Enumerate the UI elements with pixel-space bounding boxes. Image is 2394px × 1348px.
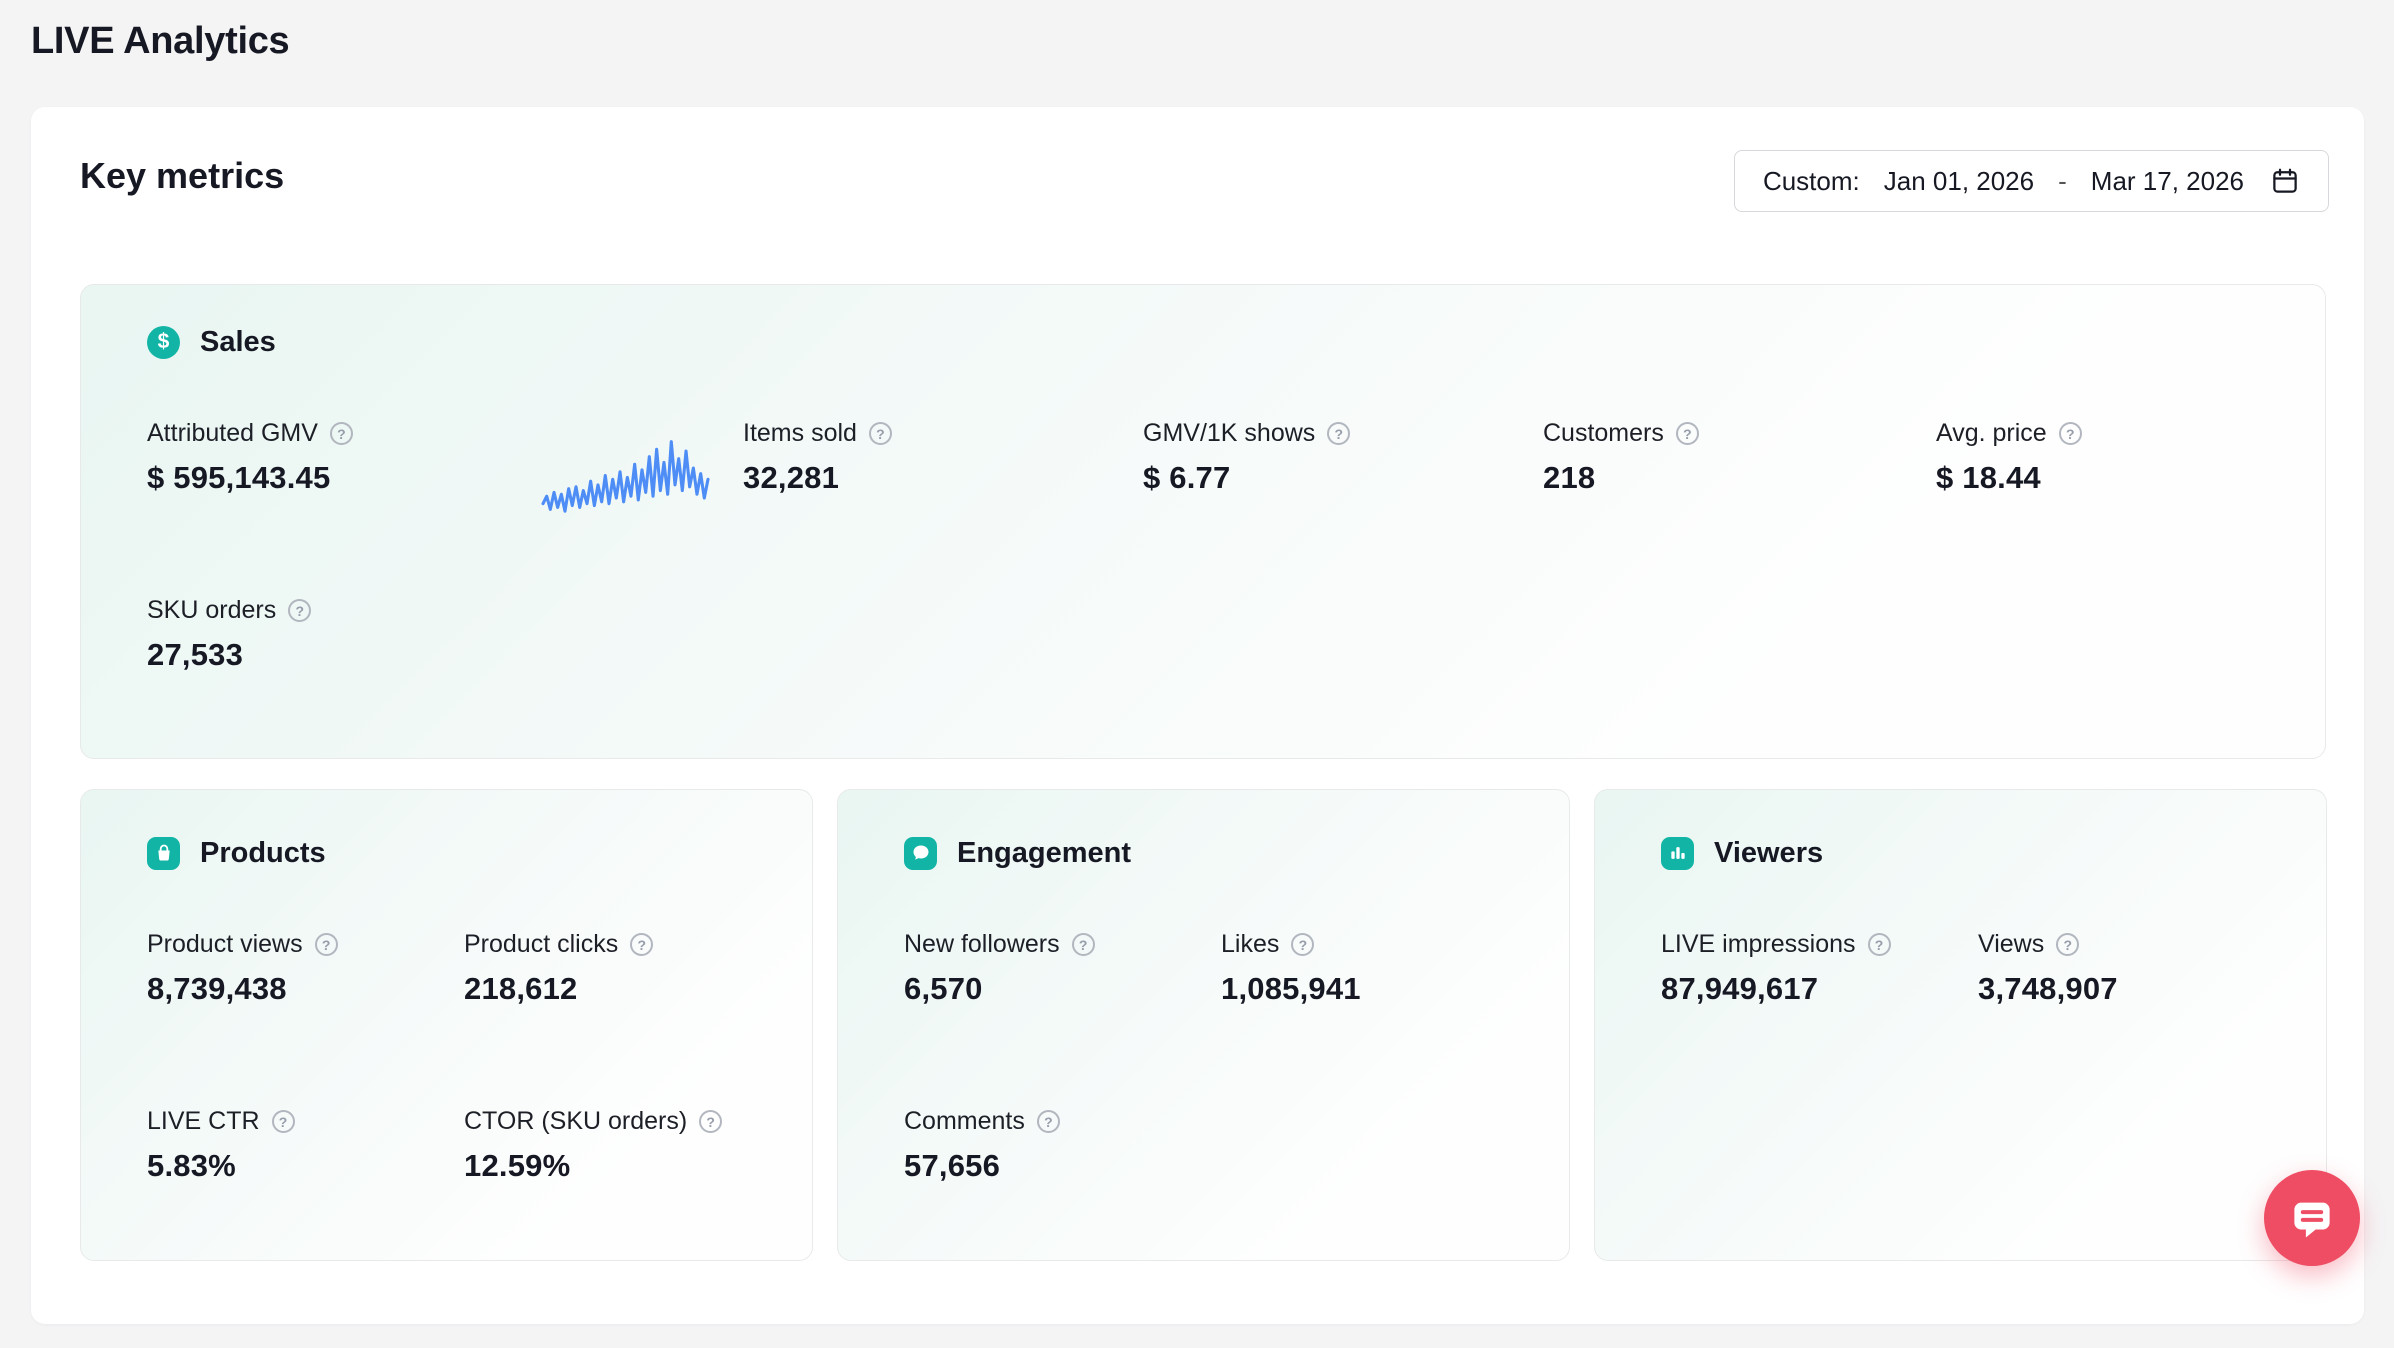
metric-label: GMV/1K shows bbox=[1143, 419, 1315, 448]
products-section-title: Products bbox=[200, 837, 326, 870]
chat-icon bbox=[2289, 1195, 2335, 1241]
metric-value: 32,281 bbox=[743, 460, 1143, 496]
metric-value: 57,656 bbox=[904, 1148, 1221, 1184]
metric-value: 3,748,907 bbox=[1978, 971, 2286, 1007]
help-icon[interactable]: ? bbox=[630, 933, 653, 956]
page-title: LIVE Analytics bbox=[31, 20, 289, 63]
date-range-end[interactable]: Mar 17, 2026 bbox=[2091, 166, 2244, 197]
products-card: Products Product views ? 8,739,438 Produ… bbox=[80, 789, 813, 1261]
metric-label: Product views bbox=[147, 930, 303, 959]
metric-value: 12.59% bbox=[464, 1148, 772, 1184]
help-icon[interactable]: ? bbox=[1868, 933, 1891, 956]
engagement-icon bbox=[904, 837, 937, 870]
metric-value: 6,570 bbox=[904, 971, 1221, 1007]
help-icon[interactable]: ? bbox=[1676, 422, 1699, 445]
date-range-prefix: Custom: bbox=[1763, 166, 1860, 197]
engagement-section-title: Engagement bbox=[957, 837, 1131, 870]
calendar-icon[interactable] bbox=[2270, 166, 2300, 196]
metric-label: New followers bbox=[904, 930, 1060, 959]
metric-value: 218 bbox=[1543, 460, 1936, 496]
metric-label: Comments bbox=[904, 1107, 1025, 1136]
metric-product-views: Product views ? 8,739,438 bbox=[147, 930, 464, 1007]
help-icon[interactable]: ? bbox=[288, 599, 311, 622]
viewers-card: Viewers LIVE impressions ? 87,949,617 Vi… bbox=[1594, 789, 2327, 1261]
metric-views: Views ? 3,748,907 bbox=[1978, 930, 2286, 1007]
metric-label: Attributed GMV bbox=[147, 419, 318, 448]
panel-title: Key metrics bbox=[80, 155, 284, 197]
products-icon bbox=[147, 837, 180, 870]
metric-label: Product clicks bbox=[464, 930, 618, 959]
metric-label: LIVE impressions bbox=[1661, 930, 1856, 959]
metric-gmv-per-1k-shows: GMV/1K shows ? $ 6.77 bbox=[1143, 419, 1543, 496]
help-icon[interactable]: ? bbox=[330, 422, 353, 445]
metric-label: Avg. price bbox=[1936, 419, 2047, 448]
metric-value: $ 18.44 bbox=[1936, 460, 2259, 496]
help-icon[interactable]: ? bbox=[2059, 422, 2082, 445]
help-icon[interactable]: ? bbox=[315, 933, 338, 956]
sales-icon: $ bbox=[147, 326, 180, 359]
metric-new-followers: New followers ? 6,570 bbox=[904, 930, 1221, 1007]
help-icon[interactable]: ? bbox=[272, 1110, 295, 1133]
metric-value: 27,533 bbox=[147, 637, 2259, 673]
help-icon[interactable]: ? bbox=[1291, 933, 1314, 956]
help-icon[interactable]: ? bbox=[1072, 933, 1095, 956]
metric-comments: Comments ? 57,656 bbox=[904, 1107, 1221, 1184]
metric-value: 218,612 bbox=[464, 971, 772, 1007]
metric-live-ctr: LIVE CTR ? 5.83% bbox=[147, 1107, 464, 1184]
metric-live-impressions: LIVE impressions ? 87,949,617 bbox=[1661, 930, 1978, 1007]
help-icon[interactable]: ? bbox=[1327, 422, 1350, 445]
metric-label: CTOR (SKU orders) bbox=[464, 1107, 687, 1136]
help-icon[interactable]: ? bbox=[699, 1110, 722, 1133]
help-icon[interactable]: ? bbox=[2056, 933, 2079, 956]
help-icon[interactable]: ? bbox=[869, 422, 892, 445]
sales-card: $ Sales Attributed GMV ? $ 595,143.45 bbox=[80, 284, 2326, 759]
engagement-card: Engagement New followers ? 6,570 Likes ? bbox=[837, 789, 1570, 1261]
date-range-separator: - bbox=[2058, 166, 2067, 197]
sales-sparkline bbox=[543, 433, 708, 530]
viewers-icon bbox=[1661, 837, 1694, 870]
metric-items-sold: Items sold ? 32,281 bbox=[743, 419, 1143, 496]
metric-ctor-sku-orders: CTOR (SKU orders) ? 12.59% bbox=[464, 1107, 772, 1184]
chat-launcher-button[interactable] bbox=[2264, 1170, 2360, 1266]
metric-product-clicks: Product clicks ? 218,612 bbox=[464, 930, 772, 1007]
metric-sku-orders: SKU orders ? 27,533 bbox=[147, 596, 2259, 673]
date-range-start[interactable]: Jan 01, 2026 bbox=[1884, 166, 2034, 197]
date-range-picker[interactable]: Custom: Jan 01, 2026 - Mar 17, 2026 bbox=[1734, 150, 2329, 212]
sales-section-title: Sales bbox=[200, 326, 276, 359]
live-analytics-screen: LIVE Analytics Key metrics Custom: Jan 0… bbox=[0, 0, 2394, 1348]
metric-value: 5.83% bbox=[147, 1148, 464, 1184]
metric-value: $ 6.77 bbox=[1143, 460, 1543, 496]
metric-label: LIVE CTR bbox=[147, 1107, 260, 1136]
metric-value: 8,739,438 bbox=[147, 971, 464, 1007]
metric-avg-price: Avg. price ? $ 18.44 bbox=[1936, 419, 2259, 496]
metric-label: SKU orders bbox=[147, 596, 276, 625]
key-metrics-panel: Key metrics Custom: Jan 01, 2026 - Mar 1… bbox=[31, 107, 2364, 1324]
metric-label: Views bbox=[1978, 930, 2044, 959]
metric-likes: Likes ? 1,085,941 bbox=[1221, 930, 1529, 1007]
metric-value: 87,949,617 bbox=[1661, 971, 1978, 1007]
metric-label: Items sold bbox=[743, 419, 857, 448]
metric-customers: Customers ? 218 bbox=[1543, 419, 1936, 496]
viewers-section-title: Viewers bbox=[1714, 837, 1823, 870]
metric-value: 1,085,941 bbox=[1221, 971, 1529, 1007]
metric-label: Customers bbox=[1543, 419, 1664, 448]
help-icon[interactable]: ? bbox=[1037, 1110, 1060, 1133]
metric-label: Likes bbox=[1221, 930, 1279, 959]
